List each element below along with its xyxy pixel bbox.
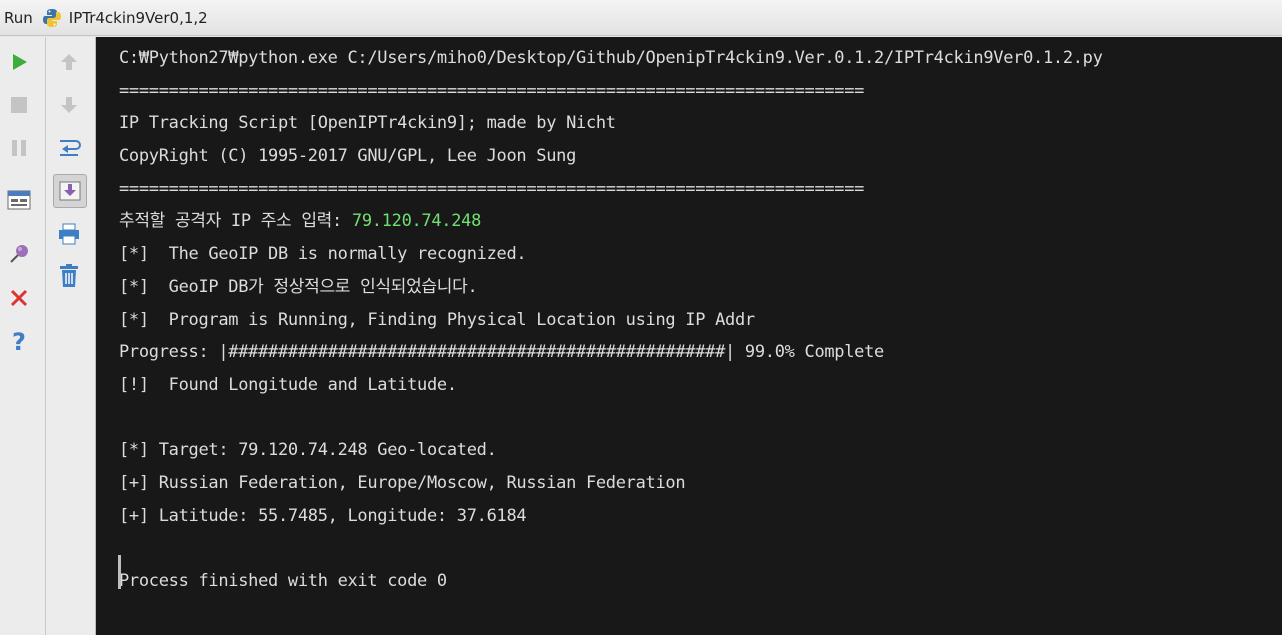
console-line: [*] The GeoIP DB is normally recognized. <box>119 244 527 265</box>
console-line: IP Tracking Script [OpenIPTr4ckin9]; mad… <box>119 113 616 134</box>
help-icon[interactable]: ? <box>4 326 34 356</box>
console-line: ========================================… <box>119 178 865 199</box>
console-line: [+] Latitude: 55.7485, Longitude: 37.618… <box>119 505 527 526</box>
console-line: Process finished with exit code 0 <box>119 571 447 591</box>
text-cursor <box>118 555 121 589</box>
scroll-to-end-icon[interactable] <box>53 174 87 208</box>
soft-wrap-icon[interactable] <box>54 133 84 163</box>
console-line: CopyRight (C) 1995-2017 GNU/GPL, Lee Joo… <box>119 146 577 167</box>
up-arrow-icon[interactable] <box>54 47 84 77</box>
console-line: [*] Program is Running, Finding Physical… <box>119 309 755 330</box>
close-icon[interactable] <box>4 283 34 313</box>
stop-icon[interactable] <box>4 90 34 120</box>
console-line: [!] Found Longitude and Latitude. <box>119 374 457 395</box>
run-toolbar-left: ? <box>0 37 46 635</box>
prompt-input-value: 79.120.74.248 <box>351 211 482 232</box>
restore-layout-icon[interactable] <box>4 185 34 215</box>
prompt-label: 추적할 공격자 IP 주소 입력: <box>119 211 352 232</box>
run-config-name[interactable]: IPTr4ckin9Ver0,1,2 <box>69 9 208 27</box>
pause-icon[interactable] <box>4 133 34 163</box>
python-icon <box>41 7 63 29</box>
console-output[interactable]: C:₩Python27₩python.exe C:/Users/miho0/De… <box>96 37 1282 635</box>
prompt-line: 추적할 공격자 IP 주소 입력: 79.120.74.248 <box>119 205 1282 238</box>
rerun-icon[interactable] <box>4 47 34 77</box>
console-line: [+] Russian Federation, Europe/Moscow, R… <box>119 472 686 493</box>
progress-line: Progress: |#############################… <box>119 342 884 363</box>
run-toolbar-right <box>46 37 96 635</box>
console-line: C:₩Python27₩python.exe C:/Users/miho0/De… <box>119 48 1103 68</box>
print-icon[interactable] <box>54 219 84 249</box>
console-line: [*] Target: 79.120.74.248 Geo-located. <box>119 440 497 461</box>
console-line: [*] GeoIP DB가 정상적으로 인식되었습니다. <box>119 276 478 297</box>
pin-icon[interactable] <box>4 239 34 269</box>
down-arrow-icon[interactable] <box>54 90 84 120</box>
run-label: Run <box>4 8 33 27</box>
svg-text:?: ? <box>12 329 26 353</box>
console-line: ========================================… <box>119 80 865 101</box>
clear-all-icon[interactable] <box>54 261 84 291</box>
run-tool-window-header: Run IPTr4ckin9Ver0,1,2 <box>0 0 1282 36</box>
